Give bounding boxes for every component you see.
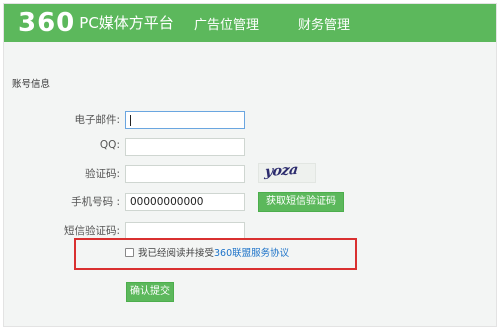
agree-text: 我已经阅读并接受360联盟服务协议: [138, 245, 289, 259]
qq-field[interactable]: [125, 138, 245, 156]
service-agreement-link[interactable]: 360联盟服务协议: [214, 248, 289, 259]
section-title: 账号信息: [12, 79, 51, 90]
text-caret: [130, 115, 131, 126]
submit-button[interactable]: 确认提交: [126, 282, 174, 302]
phone-label: 手机号码 :: [71, 196, 120, 208]
agree-prefix: 我已经阅读并接受: [138, 248, 215, 259]
phone-value: 00000000000: [130, 196, 204, 208]
phone-field[interactable]: 00000000000: [125, 193, 245, 211]
qq-label: QQ:: [99, 139, 120, 151]
nav-ad-slot-management[interactable]: 广告位管理: [194, 14, 259, 33]
email-label: 电子邮件:: [74, 114, 120, 126]
logo-mark: 360: [18, 8, 76, 38]
email-field[interactable]: [125, 111, 245, 129]
logo-text: PC媒体方平台: [79, 14, 174, 32]
captcha-image-text: yoza: [263, 161, 299, 181]
captcha-label: 验证码:: [84, 168, 120, 180]
nav-finance-management[interactable]: 财务管理: [298, 14, 350, 33]
main-content: 账号信息 电子邮件: QQ: 验证码: yoza 手机号码 : 00000000…: [4, 42, 496, 326]
captcha-image[interactable]: yoza: [258, 161, 316, 183]
top-navbar: 360 PC媒体方平台 广告位管理 财务管理: [4, 4, 496, 42]
app-frame: 360 PC媒体方平台 广告位管理 财务管理 账号信息 电子邮件: QQ: 验证…: [3, 3, 497, 327]
get-sms-code-button[interactable]: 获取短信验证码: [258, 192, 344, 212]
sms-code-label: 短信验证码:: [63, 225, 120, 237]
logo[interactable]: 360 PC媒体方平台: [18, 10, 174, 36]
agree-checkbox[interactable]: [125, 248, 134, 257]
captcha-field[interactable]: [125, 165, 245, 183]
